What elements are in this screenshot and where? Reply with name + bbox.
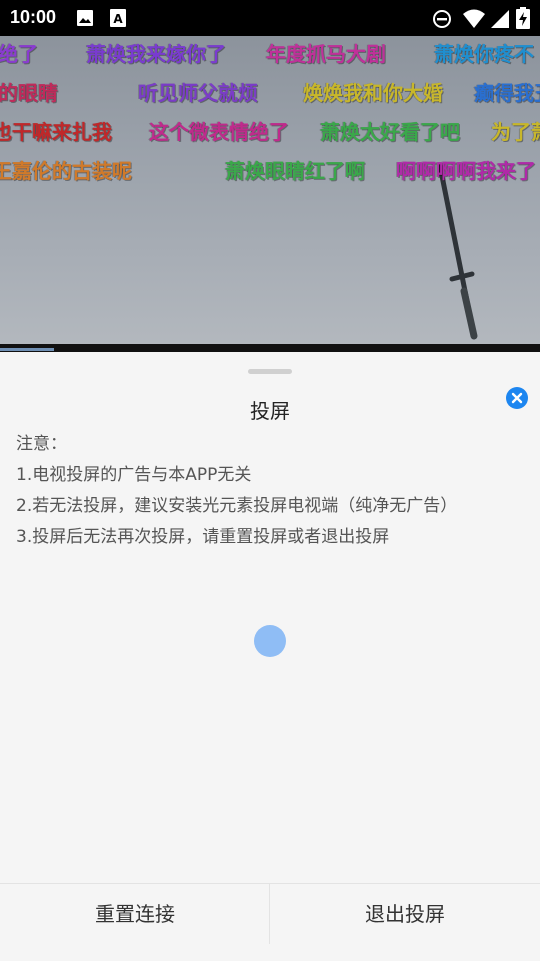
do-not-disturb-icon	[433, 10, 451, 28]
drag-handle[interactable]	[248, 369, 292, 374]
battery-charging-icon	[516, 7, 530, 29]
sheet-title: 投屏	[250, 399, 290, 423]
danmaku-comment: 萧焕我来嫁你了	[86, 42, 226, 66]
video-progress-played	[0, 348, 54, 351]
reset-connection-button[interactable]: 重置连接	[0, 884, 270, 944]
danmaku-comment: 癫得我丑	[474, 81, 540, 105]
danmaku-comment: 萧焕你疼不	[434, 42, 534, 66]
danmaku-comment: 王嘉伦的古装呢	[0, 159, 132, 183]
video-player[interactable]: 绝了 萧焕我来嫁你了 年度抓马大剧 萧焕你疼不 的眼睛 听见师父就烦 焕焕我和你…	[0, 36, 540, 346]
danmaku-comment: 也干嘛来扎我	[0, 120, 112, 144]
danmaku-comment: 年度抓马大剧	[266, 42, 386, 66]
cell-signal-icon	[491, 10, 509, 28]
danmaku-comment: 这个微表情绝了	[149, 120, 289, 144]
sheet-footer: 重置连接 退出投屏	[0, 883, 540, 961]
cast-sheet: 投屏 注意： 1.电视投屏的广告与本APP无关 2.若无法投屏，建议安装光元素投…	[0, 352, 540, 961]
text-a-icon: A	[110, 9, 126, 27]
danmaku-comment: 萧焕太好看了吧	[320, 120, 460, 144]
status-bar: 10:00 A	[0, 0, 540, 36]
danmaku-comment: 绝了	[0, 42, 38, 66]
danmaku-comment: 为了萧	[491, 120, 540, 144]
loading-spinner	[254, 625, 286, 657]
danmaku-comment: 萧焕眼睛红了啊	[225, 159, 365, 183]
status-time: 10:00	[10, 7, 57, 27]
danmaku-comment: 啊啊啊啊我来了	[396, 159, 536, 183]
sword-image	[437, 163, 478, 340]
danmaku-comment: 听见师父就烦	[138, 81, 258, 105]
note-item: 1.电视投屏的广告与本APP无关	[16, 465, 252, 485]
close-icon	[511, 392, 523, 404]
notes-heading: 注意：	[16, 434, 67, 454]
note-item: 2.若无法投屏，建议安装光元素投屏电视端（纯净无广告）	[16, 496, 458, 516]
close-button[interactable]	[506, 387, 528, 409]
notes-list: 注意： 1.电视投屏的广告与本APP无关 2.若无法投屏，建议安装光元素投屏电视…	[16, 432, 457, 556]
note-item: 3.投屏后无法再次投屏，请重置投屏或者退出投屏	[16, 527, 390, 547]
danmaku-comment: 的眼睛	[0, 81, 58, 105]
wifi-icon	[463, 9, 485, 28]
svg-text:A: A	[113, 12, 123, 26]
danmaku-comment: 焕焕我和你大婚	[303, 81, 443, 105]
image-icon	[77, 10, 93, 26]
video-progress-track[interactable]	[0, 344, 540, 352]
exit-cast-button[interactable]: 退出投屏	[270, 884, 540, 944]
